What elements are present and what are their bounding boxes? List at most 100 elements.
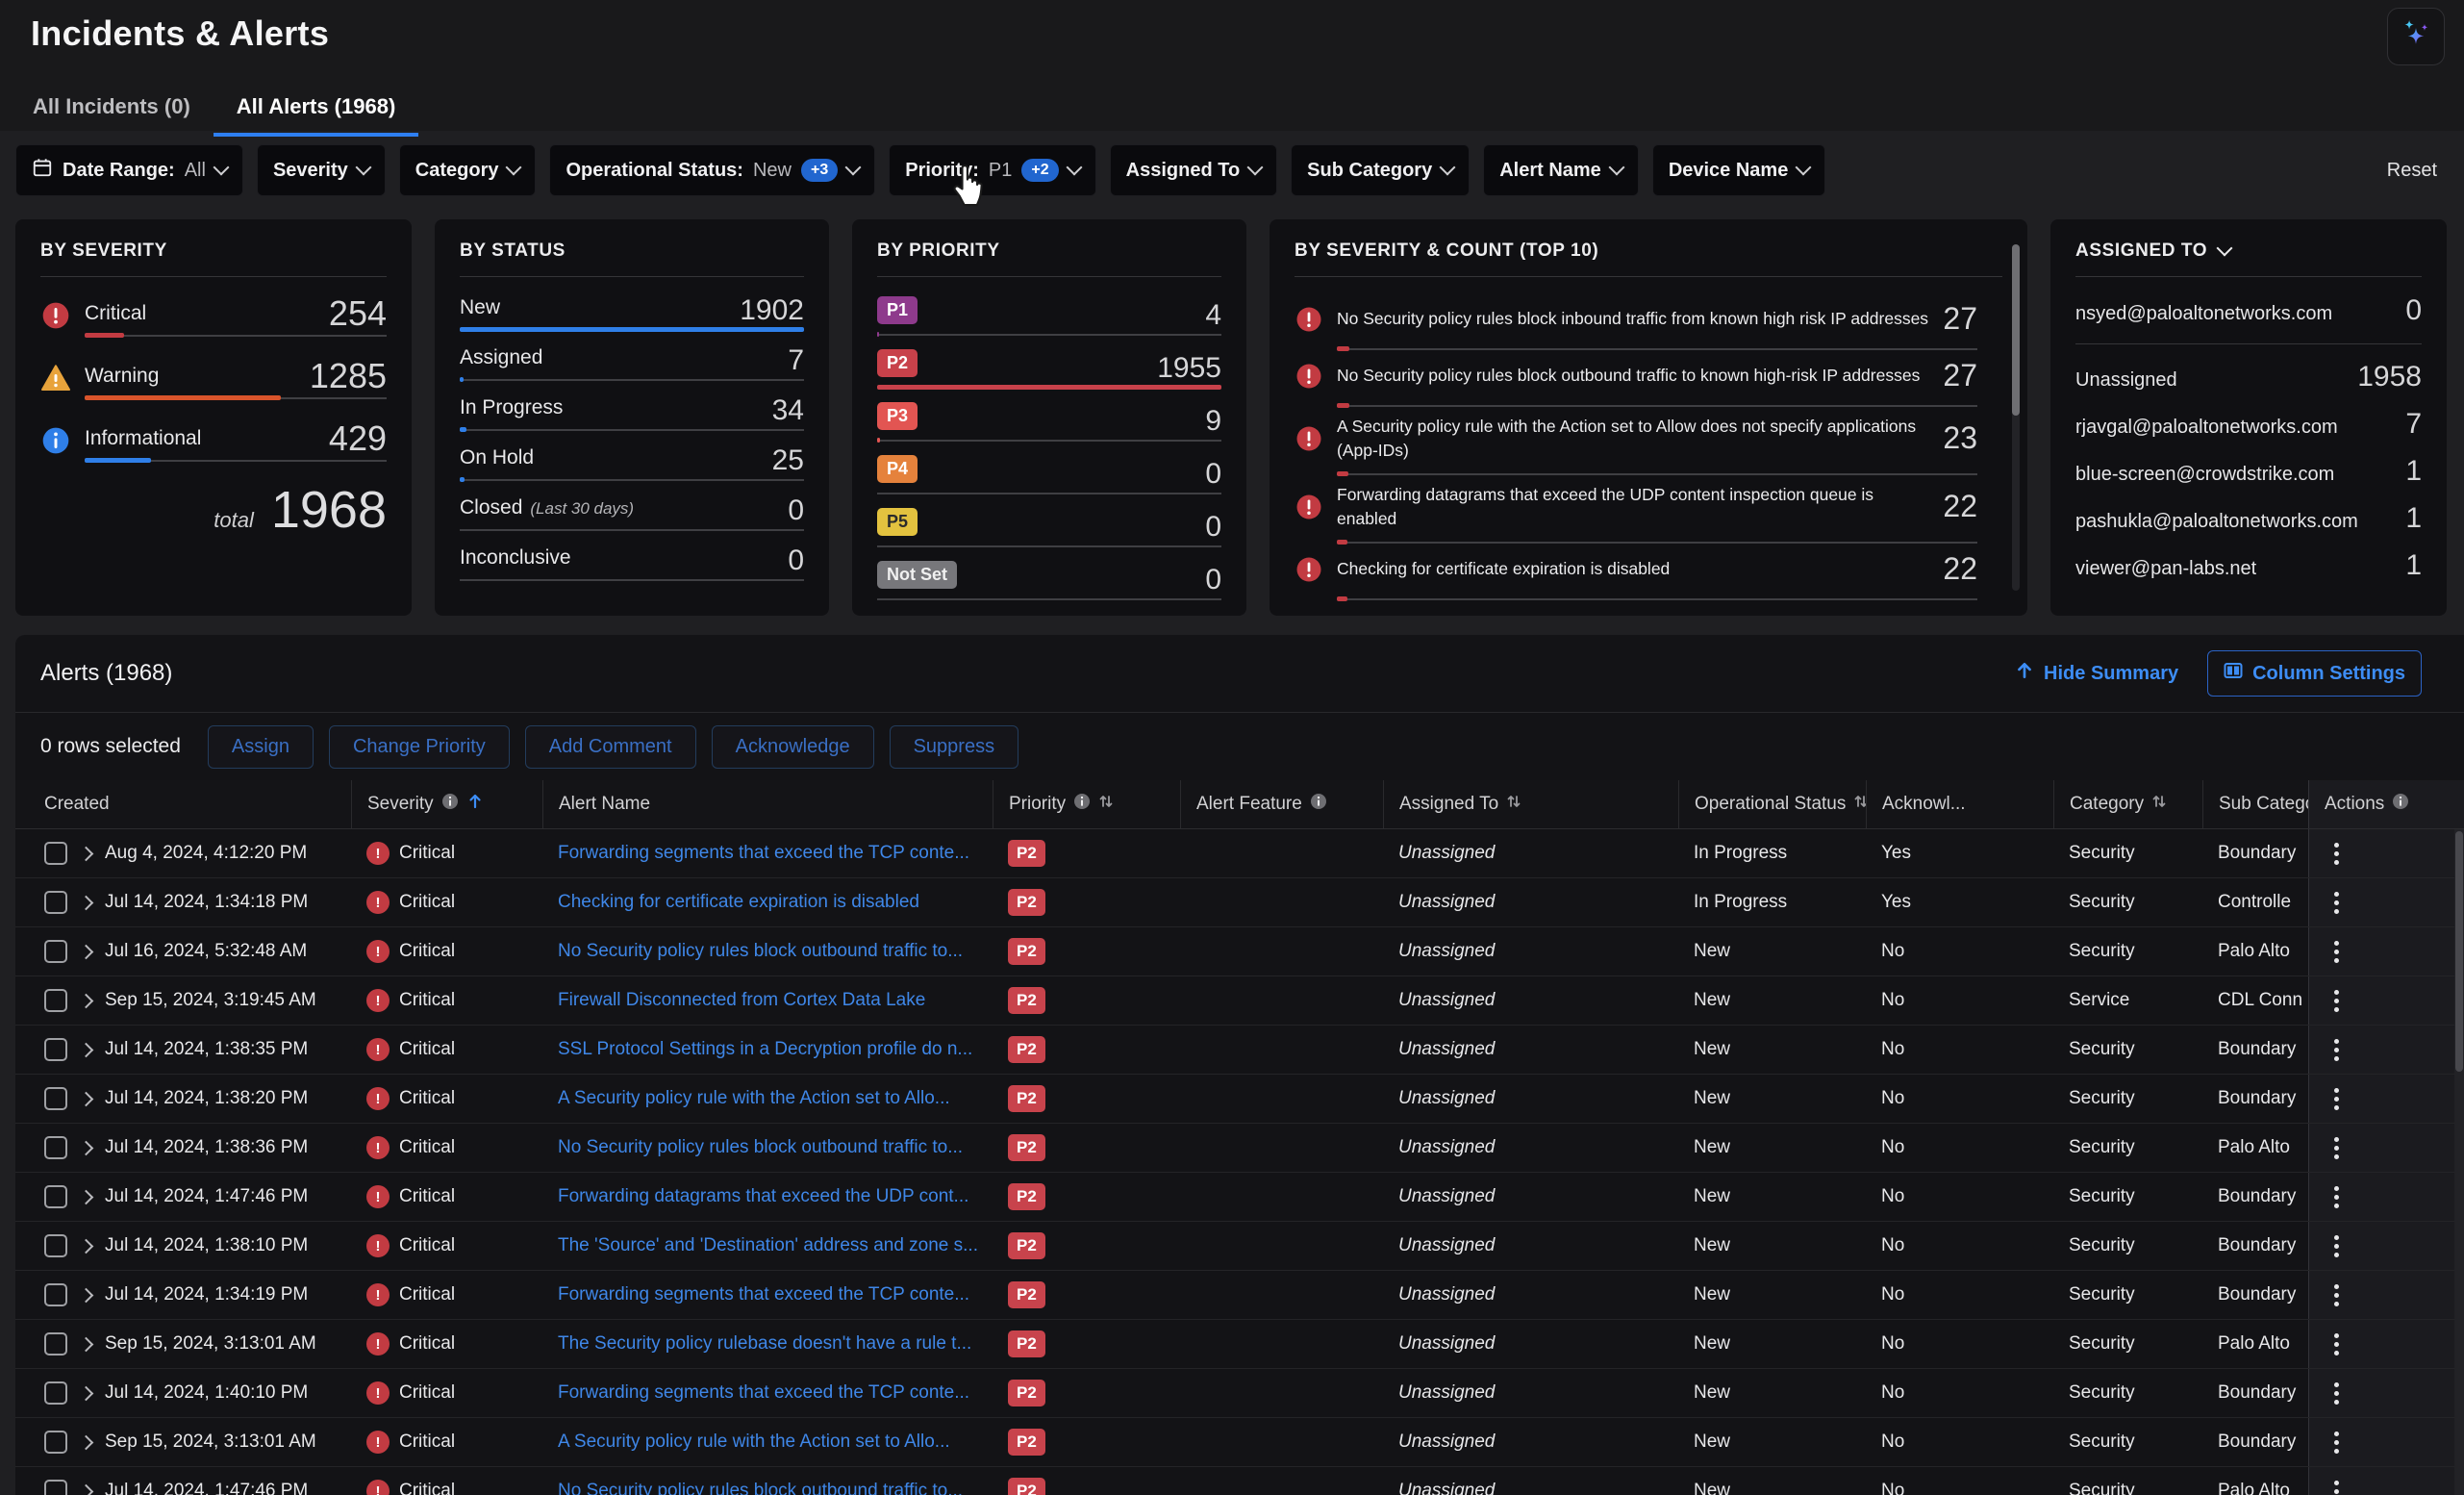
top10-row[interactable]: No Security policy rules block inbound t… <box>1295 296 1977 350</box>
column-header-created[interactable]: Created <box>15 780 351 828</box>
assignee-row[interactable]: nsyed@paloaltonetworks.com 0 <box>2075 296 2422 325</box>
card-scrollbar[interactable] <box>2012 244 2020 591</box>
scrollbar-thumb[interactable] <box>2012 244 2020 416</box>
kebab-menu-icon[interactable] <box>2328 886 2345 920</box>
table-row[interactable]: Jul 14, 2024, 1:38:36 PM Critical No Sec… <box>15 1124 2464 1173</box>
row-expand-chevron-icon[interactable] <box>79 1336 94 1352</box>
row-checkbox[interactable] <box>44 1283 67 1306</box>
alert-name-link[interactable]: Forwarding datagrams that exceed the UDP… <box>558 1186 968 1206</box>
bulk-action-button[interactable]: Change Priority <box>329 725 510 769</box>
kebab-menu-icon[interactable] <box>2328 1180 2345 1214</box>
filter-date-range[interactable]: Date Range: All <box>15 144 243 196</box>
table-row[interactable]: Jul 14, 2024, 1:38:20 PM Critical A Secu… <box>15 1075 2464 1124</box>
alert-name-link[interactable]: The 'Source' and 'Destination' address a… <box>558 1235 978 1255</box>
alert-name-link[interactable]: Forwarding segments that exceed the TCP … <box>558 1382 969 1403</box>
tab-all-incidents[interactable]: All Incidents (0) <box>10 89 214 137</box>
filter-alert-name[interactable]: Alert Name <box>1483 144 1639 196</box>
tab-all-alerts[interactable]: All Alerts (1968) <box>214 89 418 137</box>
table-row[interactable]: Jul 14, 2024, 1:34:18 PM Critical Checki… <box>15 878 2464 927</box>
alert-name-link[interactable]: No Security policy rules block outbound … <box>558 1481 963 1495</box>
alert-name-link[interactable]: The Security policy rulebase doesn't hav… <box>558 1333 971 1354</box>
kebab-menu-icon[interactable] <box>2328 1377 2345 1410</box>
table-row[interactable]: Sep 15, 2024, 3:13:01 AM Critical The Se… <box>15 1320 2464 1369</box>
table-row[interactable]: Jul 14, 2024, 1:34:19 PM Critical Forwar… <box>15 1271 2464 1320</box>
row-expand-chevron-icon[interactable] <box>79 1042 94 1057</box>
filter-device-name[interactable]: Device Name <box>1652 144 1826 196</box>
top10-row[interactable]: No Security policy rules block outbound … <box>1295 353 1977 407</box>
alert-name-link[interactable]: Forwarding segments that exceed the TCP … <box>558 843 969 863</box>
row-expand-chevron-icon[interactable] <box>79 944 94 959</box>
kebab-menu-icon[interactable] <box>2328 1082 2345 1116</box>
column-header-acknowledged[interactable]: Acknowl... <box>1866 780 2053 828</box>
table-scrollbar[interactable] <box>2454 829 2464 1495</box>
table-row[interactable]: Jul 14, 2024, 1:38:35 PM Critical SSL Pr… <box>15 1026 2464 1075</box>
filter-priority[interactable]: Priority: P1 +2 <box>889 144 1095 196</box>
column-header-operational-status[interactable]: Operational Status <box>1678 780 1866 828</box>
table-row[interactable]: Jul 14, 2024, 1:38:10 PM Critical The 'S… <box>15 1222 2464 1271</box>
column-header-priority[interactable]: Priority <box>993 780 1180 828</box>
assignee-row[interactable]: rjavgal@paloaltonetworks.com 7 <box>2075 410 2422 439</box>
row-checkbox[interactable] <box>44 1038 67 1061</box>
assignee-row[interactable]: blue-screen@crowdstrike.com 1 <box>2075 457 2422 486</box>
bulk-action-button[interactable]: Acknowledge <box>712 725 874 769</box>
column-header-alert-name[interactable]: Alert Name <box>542 780 993 828</box>
row-expand-chevron-icon[interactable] <box>79 1091 94 1106</box>
row-checkbox[interactable] <box>44 1431 67 1454</box>
row-expand-chevron-icon[interactable] <box>79 993 94 1008</box>
row-expand-chevron-icon[interactable] <box>79 895 94 910</box>
column-header-sub-category[interactable]: Sub Category <box>2202 780 2308 828</box>
table-row[interactable]: Sep 15, 2024, 3:13:01 AM Critical A Secu… <box>15 1418 2464 1467</box>
alert-name-link[interactable]: A Security policy rule with the Action s… <box>558 1432 950 1452</box>
column-header-severity[interactable]: Severity <box>351 780 542 828</box>
filter-assigned-to[interactable]: Assigned To <box>1110 144 1278 196</box>
row-expand-chevron-icon[interactable] <box>79 1287 94 1303</box>
column-header-alert-feature[interactable]: Alert Feature <box>1180 780 1383 828</box>
table-row[interactable]: Jul 14, 2024, 1:47:46 PM Critical Forwar… <box>15 1173 2464 1222</box>
alert-name-link[interactable]: Forwarding segments that exceed the TCP … <box>558 1284 969 1305</box>
filter-severity[interactable]: Severity <box>257 144 386 196</box>
assignee-row[interactable]: viewer@pan-labs.net 1 <box>2075 551 2422 580</box>
top10-row[interactable]: A Security policy rule with the Action s… <box>1295 410 1977 475</box>
filter-operational-status[interactable]: Operational Status: New +3 <box>549 144 875 196</box>
row-checkbox[interactable] <box>44 1234 67 1257</box>
alert-name-link[interactable]: Checking for certificate expiration is d… <box>558 892 919 912</box>
top10-row[interactable]: Checking for certificate expiration is d… <box>1295 546 1977 600</box>
bulk-action-button[interactable]: Add Comment <box>525 725 696 769</box>
row-checkbox[interactable] <box>44 1480 67 1495</box>
table-row[interactable]: Sep 15, 2024, 3:19:45 AM Critical Firewa… <box>15 976 2464 1026</box>
row-checkbox[interactable] <box>44 1185 67 1208</box>
assignee-row[interactable]: Unassigned 1958 <box>2075 363 2422 392</box>
chevron-down-icon[interactable] <box>2217 241 2233 257</box>
alert-name-link[interactable]: Firewall Disconnected from Cortex Data L… <box>558 990 925 1010</box>
kebab-menu-icon[interactable] <box>2328 1131 2345 1165</box>
bulk-action-button[interactable]: Suppress <box>890 725 1019 769</box>
row-expand-chevron-icon[interactable] <box>79 1238 94 1254</box>
filter-category[interactable]: Category <box>399 144 537 196</box>
top10-row[interactable]: Forwarding datagrams that exceed the UDP… <box>1295 478 1977 544</box>
filter-sub-category[interactable]: Sub Category <box>1291 144 1470 196</box>
row-checkbox[interactable] <box>44 940 67 963</box>
row-checkbox[interactable] <box>44 989 67 1012</box>
row-expand-chevron-icon[interactable] <box>79 846 94 861</box>
table-row[interactable]: Jul 16, 2024, 5:32:48 AM Critical No Sec… <box>15 927 2464 976</box>
kebab-menu-icon[interactable] <box>2328 1279 2345 1312</box>
row-checkbox[interactable] <box>44 1332 67 1356</box>
column-header-assigned-to[interactable]: Assigned To <box>1383 780 1678 828</box>
kebab-menu-icon[interactable] <box>2328 1328 2345 1361</box>
row-checkbox[interactable] <box>44 1136 67 1159</box>
column-settings-button[interactable]: Column Settings <box>2207 650 2422 697</box>
bulk-action-button[interactable]: Assign <box>208 725 314 769</box>
alert-name-link[interactable]: SSL Protocol Settings in a Decryption pr… <box>558 1039 972 1059</box>
column-header-actions[interactable]: Actions <box>2308 780 2464 828</box>
alert-name-link[interactable]: No Security policy rules block outbound … <box>558 941 963 961</box>
reset-filters-button[interactable]: Reset <box>2387 160 2437 182</box>
ai-assistant-button[interactable] <box>2387 8 2445 65</box>
row-checkbox[interactable] <box>44 891 67 914</box>
row-expand-chevron-icon[interactable] <box>79 1140 94 1155</box>
kebab-menu-icon[interactable] <box>2328 935 2345 969</box>
alert-name-link[interactable]: No Security policy rules block outbound … <box>558 1137 963 1157</box>
row-checkbox[interactable] <box>44 1381 67 1405</box>
row-expand-chevron-icon[interactable] <box>79 1385 94 1401</box>
kebab-menu-icon[interactable] <box>2328 837 2345 871</box>
column-header-category[interactable]: Category <box>2053 780 2202 828</box>
